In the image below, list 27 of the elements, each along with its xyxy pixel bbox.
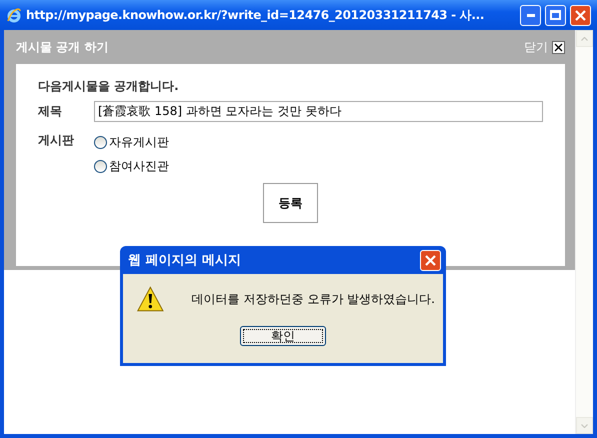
close-icon	[425, 254, 436, 266]
radio-button[interactable]	[94, 136, 107, 149]
minimize-icon	[526, 14, 534, 16]
browser-icon	[6, 7, 22, 23]
window-title: http://mypage.knowhow.or.kr/?write_id=12476_20120331211743 - 사...	[26, 6, 486, 24]
dialog-close-button[interactable]	[420, 250, 441, 270]
close-icon	[575, 10, 586, 20]
maximize-button[interactable]	[545, 4, 566, 26]
intro-text: 다음게시물을 공개합니다.	[38, 78, 180, 95]
radio-label: 자유게시판	[109, 134, 169, 151]
chevron-up-icon	[581, 36, 588, 40]
panel-title: 게시물 공개 하기	[16, 38, 110, 56]
submit-button[interactable]: 등록	[263, 183, 318, 223]
board-label: 게시판	[38, 132, 75, 149]
subject-label: 제목	[38, 103, 63, 120]
ok-button[interactable]: 확인	[240, 326, 326, 346]
warning-icon	[137, 284, 164, 314]
close-icon[interactable]	[552, 40, 565, 54]
subject-field[interactable]: [蒼霞哀歌 158] 과하면 모자라는 것만 못하다	[94, 101, 543, 122]
minimize-button[interactable]	[520, 4, 541, 26]
radio-label: 참여사진관	[109, 158, 169, 175]
maximize-icon	[550, 10, 561, 20]
radio-button[interactable]	[94, 160, 107, 173]
alert-message: 데이터를 저장하던중 오류가 발생하였습니다.	[192, 290, 435, 308]
chevron-down-icon	[581, 424, 588, 428]
close-button[interactable]	[570, 4, 591, 26]
dialog-title: 웹 페이지의 메시지	[128, 252, 242, 269]
